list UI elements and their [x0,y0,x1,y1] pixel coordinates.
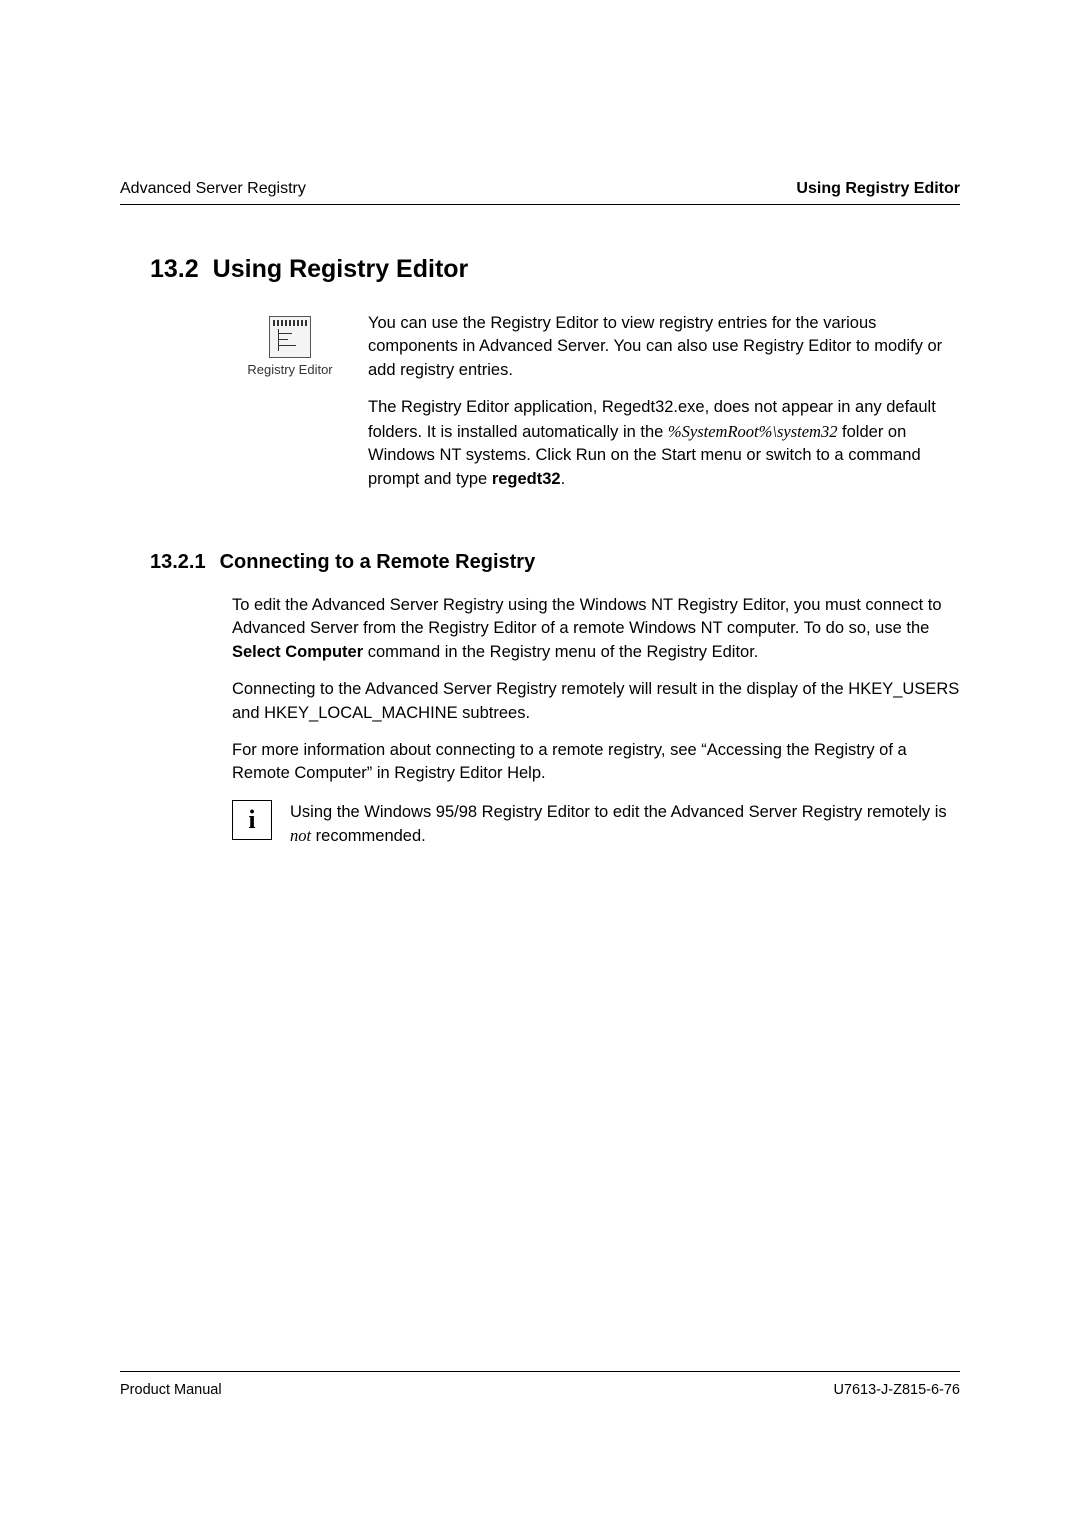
subsection-heading: 13.2.1 Connecting to a Remote Registry [150,551,960,574]
body-paragraph-2: Connecting to the Advanced Server Regist… [232,678,960,725]
info-emphasis: not [290,826,311,845]
intro-p2-c: . [561,470,566,488]
header-rule [120,204,960,205]
body-text: To edit the Advanced Server Registry usi… [232,594,960,786]
intro-paragraph-2: The Registry Editor application, Regedt3… [368,396,960,491]
section-heading: 13.2 Using Registry Editor [150,255,960,284]
intro-text: You can use the Registry Editor to view … [368,312,960,491]
header-right: Using Registry Editor [796,180,960,198]
registry-editor-icon [269,316,311,358]
footer-left: Product Manual [120,1382,222,1398]
info-text: Using the Windows 95/98 Registry Editor … [290,800,960,849]
footer-right: U7613-J-Z815-6-76 [833,1382,960,1398]
footer-rule [120,1371,960,1372]
info-text-a: Using the Windows 95/98 Registry Editor … [290,803,947,821]
section-number: 13.2 [150,255,199,284]
info-note: i Using the Windows 95/98 Registry Edito… [232,800,960,849]
section-title: Using Registry Editor [213,255,469,284]
body-p1-b: command in the Registry menu of the Regi… [363,643,758,661]
page-footer: Product Manual U7613-J-Z815-6-76 [120,1371,960,1398]
header-left: Advanced Server Registry [120,180,306,198]
page-content: Advanced Server Registry Using Registry … [0,0,1080,849]
icon-caption: Registry Editor [230,362,350,377]
body-paragraph-3: For more information about connecting to… [232,739,960,786]
registry-editor-icon-block: Registry Editor [230,312,350,377]
subsection-number: 13.2.1 [150,551,206,574]
body-p1-a: To edit the Advanced Server Registry usi… [232,596,942,637]
info-symbol: i [248,805,255,835]
intro-paragraph-1: You can use the Registry Editor to view … [368,312,960,382]
footer-row: Product Manual U7613-J-Z815-6-76 [120,1382,960,1398]
body-paragraph-1: To edit the Advanced Server Registry usi… [232,594,960,664]
command-name: regedt32 [492,470,561,488]
system-path: %SystemRoot%\system32 [668,422,838,441]
info-icon: i [232,800,272,840]
subsection-title: Connecting to a Remote Registry [220,551,536,574]
select-computer-command: Select Computer [232,643,363,661]
info-text-b: recommended. [311,827,426,845]
running-header: Advanced Server Registry Using Registry … [120,180,960,198]
